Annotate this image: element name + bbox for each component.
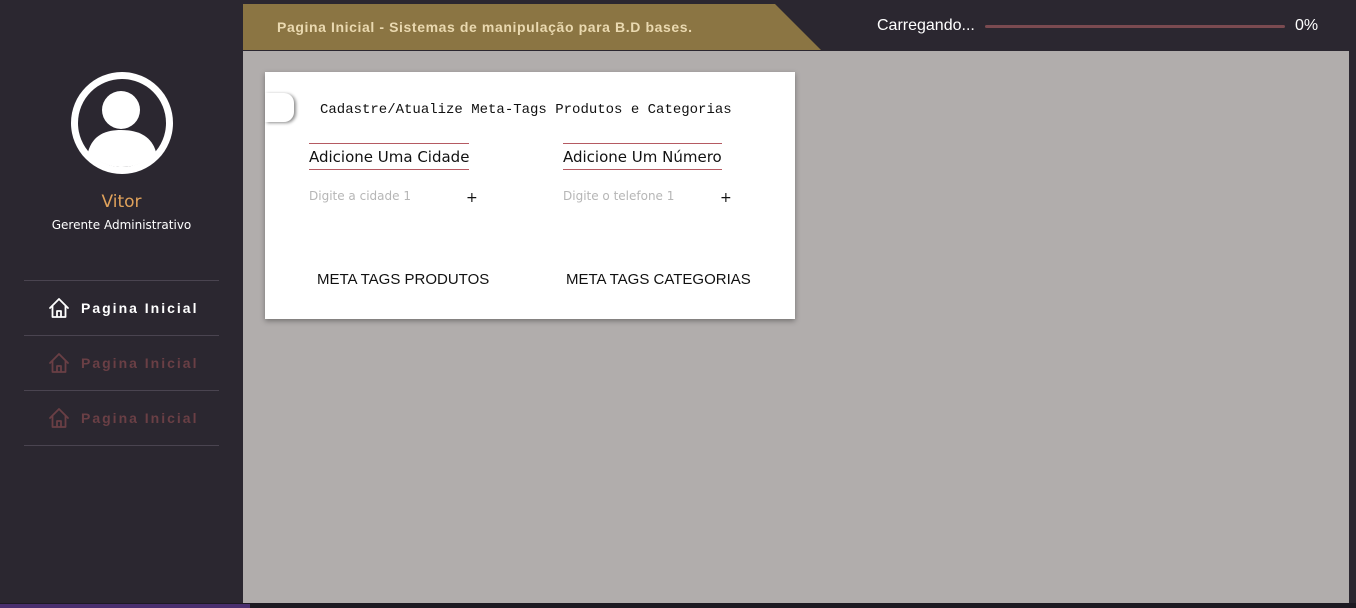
card-tab-handle[interactable] xyxy=(265,93,294,122)
user-role: Gerente Administrativo xyxy=(51,218,192,232)
add-city-button[interactable]: + xyxy=(466,191,478,205)
meta-tags-card: Cadastre/Atualize Meta-Tags Produtos e C… xyxy=(265,72,795,319)
phone-input[interactable] xyxy=(563,189,713,203)
phone-heading: Adicione Um Número xyxy=(563,143,722,170)
sidebar-item-pagina-inicial[interactable]: Pagina Inicial xyxy=(24,281,219,336)
user-circle-icon[interactable] xyxy=(71,72,173,174)
sidebar-item-label: Pagina Inicial xyxy=(81,300,199,316)
home-icon xyxy=(49,298,69,318)
sidebar-item-pagina-inicial-2[interactable]: Pagina Inicial xyxy=(24,336,219,391)
home-icon xyxy=(49,353,69,373)
city-heading: Adicione Uma Cidade xyxy=(309,143,470,170)
meta-tags-categories-button[interactable]: META TAGS CATEGORIAS xyxy=(566,271,751,288)
user-name: Vitor xyxy=(101,192,142,212)
sidebar-nav: Pagina Inicial Pagina Inicial Pagina Ini… xyxy=(24,280,219,446)
city-input[interactable] xyxy=(309,189,459,203)
loading-label: Carregando... xyxy=(877,17,975,34)
sidebar-item-label: Pagina Inicial xyxy=(81,355,199,371)
sidebar: Vitor Gerente Administrativo Pagina Inic… xyxy=(0,0,243,603)
loading-progress-percent: 0% xyxy=(1295,17,1319,34)
sidebar-item-pagina-inicial-3[interactable]: Pagina Inicial xyxy=(24,391,219,446)
loading-progress-bar xyxy=(985,25,1285,28)
meta-tags-products-button[interactable]: META TAGS PRODUTOS xyxy=(317,271,489,288)
window-right-edge xyxy=(1349,0,1356,608)
window-bottom-accent xyxy=(0,604,250,608)
add-phone-button[interactable]: + xyxy=(720,191,732,205)
page-title: Pagina Inicial - Sistemas de manipulação… xyxy=(277,19,693,35)
home-icon xyxy=(49,408,69,428)
card-title: Cadastre/Atualize Meta-Tags Produtos e C… xyxy=(320,102,732,118)
sidebar-item-label: Pagina Inicial xyxy=(81,410,199,426)
